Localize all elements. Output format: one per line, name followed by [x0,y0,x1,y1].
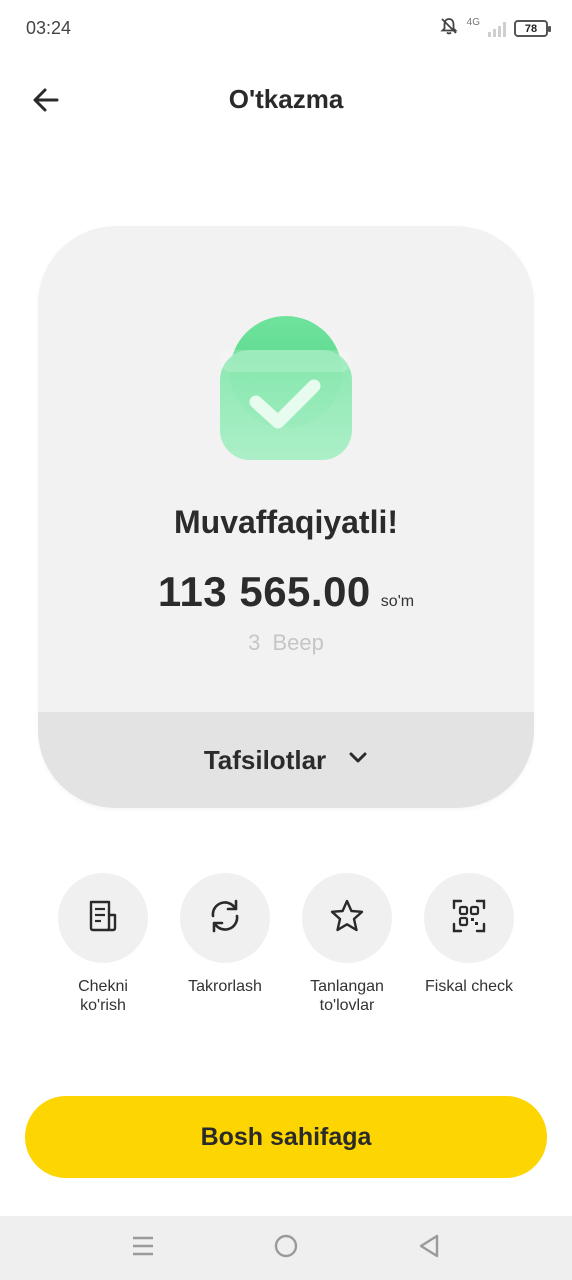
home-nav-button[interactable] [270,1232,302,1264]
qr-code-icon [450,897,488,940]
fiscal-check-label: Fiskal check [424,978,514,995]
transfer-result-screen: 03:24 4G 78 O'tkazma Muvaffaqiyatli! 113… [0,0,572,1280]
chevron-down-icon [348,751,368,770]
amount-currency: so'm [380,593,415,610]
star-icon [328,897,366,940]
view-receipt-button[interactable] [58,873,148,963]
triangle-back-icon [417,1233,441,1264]
amount-value: 113 565.00 [157,568,371,615]
checkmark-shield-icon [216,314,356,462]
view-receipt-action[interactable]: Chekni ko'rish [43,873,163,1015]
favorites-label: Tanlangan to'lovlar [310,978,384,1014]
status-icons: 4G 78 [439,16,551,41]
status-bar: 03:24 4G 78 [0,0,572,58]
repeat-action[interactable]: Takrorlash [165,873,285,996]
details-label: Tafsilotlar [203,744,327,775]
battery-icon: 78 [514,20,551,37]
status-time: 03:24 [26,18,72,38]
receipt-icon [85,898,121,939]
system-nav-bar [0,1216,572,1280]
favorites-action[interactable]: Tanlangan to'lovlar [287,873,407,1015]
fiscal-check-button[interactable] [424,873,514,963]
details-toggle[interactable]: Tafsilotlar [38,712,534,808]
recipient-name: 3 Beep [248,630,324,655]
menu-icon [131,1235,155,1262]
repeat-label: Takrorlash [188,978,262,995]
battery-level: 78 [524,22,538,35]
recent-apps-button[interactable] [127,1232,159,1264]
signal-icon [488,21,506,37]
favorites-button[interactable] [302,873,392,963]
circle-icon [273,1233,299,1264]
view-receipt-label: Chekni ko'rish [78,978,128,1014]
back-nav-button[interactable] [413,1232,445,1264]
notifications-muted-icon [439,16,459,41]
repeat-icon [206,897,244,940]
result-card: Muvaffaqiyatli! 113 565.00 so'm 3 Beep T… [38,226,534,808]
home-button-label: Bosh sahifaga [200,1122,372,1151]
fiscal-check-action[interactable]: Fiskal check [409,873,529,996]
success-title: Muvaffaqiyatli! [173,504,399,540]
network-type: 4G [466,17,480,28]
page-title: O'tkazma [228,84,344,114]
amount-row: 113 565.00 so'm [38,568,534,616]
home-button[interactable]: Bosh sahifaga [25,1096,547,1178]
repeat-button[interactable] [180,873,270,963]
